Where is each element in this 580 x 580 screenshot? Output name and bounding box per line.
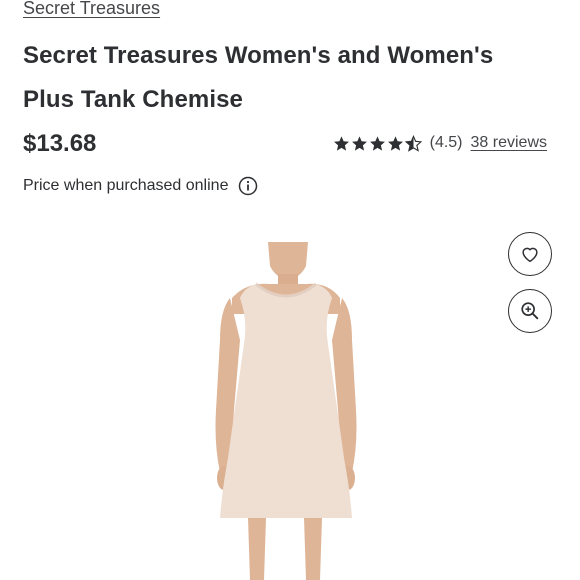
star-half-icon <box>404 134 422 152</box>
product-title: Secret Treasures Women's and Women's Plu… <box>23 42 494 113</box>
info-icon[interactable] <box>238 176 258 196</box>
heart-icon <box>522 247 538 263</box>
brand-link[interactable]: Secret Treasures <box>23 0 160 19</box>
star-icon <box>369 135 385 151</box>
zoom-button[interactable] <box>508 289 552 333</box>
rating-value: (4.5) <box>429 134 463 151</box>
price-note: Price when purchased online <box>23 176 258 196</box>
price-note-text: Price when purchased online <box>23 177 229 194</box>
rating-summary[interactable]: (4.5) 38 reviews <box>333 134 547 152</box>
zoom-in-icon <box>521 302 539 320</box>
star-icon <box>351 135 367 151</box>
product-image[interactable] <box>200 240 370 580</box>
product-price: $13.68 <box>23 130 97 157</box>
reviews-link[interactable]: 38 reviews <box>471 134 547 152</box>
star-rating <box>333 134 422 152</box>
favorite-button[interactable] <box>508 232 552 276</box>
star-icon <box>387 135 403 151</box>
star-icon <box>333 135 349 151</box>
